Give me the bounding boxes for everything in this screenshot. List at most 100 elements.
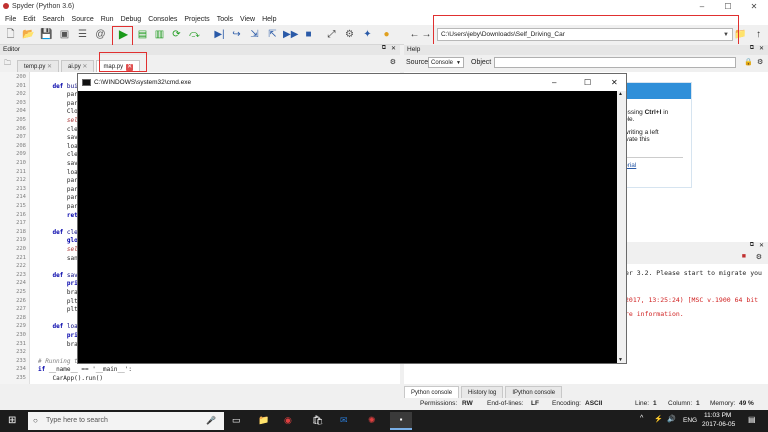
- file-explorer-icon[interactable]: 📁: [258, 415, 269, 426]
- line-number: 235: [16, 375, 26, 381]
- debug-icon[interactable]: ▶|: [213, 28, 226, 41]
- clock-date[interactable]: 2017-06-05: [702, 421, 735, 428]
- tab-close-icon[interactable]: ✕: [82, 64, 87, 70]
- line-number: 227: [16, 306, 26, 313]
- run-cell-icon[interactable]: ▤: [136, 28, 149, 41]
- notification-icon[interactable]: ▤: [748, 415, 756, 424]
- tabs-menu-icon[interactable]: ⚙: [390, 58, 396, 66]
- run-selection-icon[interactable]: ⟳: [170, 28, 183, 41]
- line-number: 206: [16, 125, 26, 132]
- language-indicator[interactable]: ENG: [683, 417, 697, 424]
- forward-icon[interactable]: →: [420, 28, 433, 41]
- menu-help[interactable]: Help: [262, 16, 276, 23]
- maximize-pane-icon[interactable]: ⤢: [325, 28, 338, 41]
- at-icon[interactable]: @: [94, 28, 107, 41]
- menu-projects[interactable]: Projects: [184, 16, 209, 23]
- python-path-icon[interactable]: ✦: [361, 28, 374, 41]
- menu-run[interactable]: Run: [101, 16, 114, 23]
- save-all-icon[interactable]: ▣: [58, 28, 71, 41]
- lock-icon[interactable]: 🔒: [744, 58, 753, 66]
- console-options-icon[interactable]: ⚙: [756, 253, 762, 261]
- close-icon[interactable]: ✕: [742, 0, 766, 13]
- step-into-icon[interactable]: ⇲: [248, 28, 261, 41]
- tab-close-icon[interactable]: ✕: [47, 64, 52, 70]
- line-number: 202: [16, 91, 26, 98]
- stop-debug-icon[interactable]: ■: [302, 28, 315, 41]
- tab-python-console[interactable]: Python console: [404, 386, 460, 398]
- minimize-icon[interactable]: –: [690, 0, 714, 13]
- tab-history-log[interactable]: History log: [461, 386, 504, 398]
- step-icon[interactable]: ↪: [230, 28, 243, 41]
- undock-icon[interactable]: ⧉: [750, 242, 754, 249]
- tab-temp-label: temp.py: [24, 64, 46, 70]
- close-pane-icon[interactable]: ✕: [759, 242, 764, 249]
- microphone-icon[interactable]: 🎤: [206, 412, 216, 430]
- chrome-icon[interactable]: ◉: [284, 415, 292, 426]
- task-view-icon[interactable]: ▭: [232, 415, 241, 426]
- network-icon[interactable]: ⚡: [654, 415, 663, 423]
- file-list-icon[interactable]: ☰: [76, 28, 89, 41]
- options-gear-icon[interactable]: ⚙: [757, 58, 763, 66]
- line-number: 222: [16, 263, 26, 270]
- close-pane-icon[interactable]: ✕: [391, 45, 396, 52]
- preferences-icon[interactable]: ⚙: [343, 28, 356, 41]
- new-file-icon[interactable]: 🗋: [4, 28, 17, 41]
- scroll-down-icon[interactable]: ▼: [618, 357, 623, 363]
- outlook-icon[interactable]: ✉: [340, 415, 348, 426]
- tab-temp[interactable]: temp.py ✕: [17, 60, 60, 72]
- tab-ipython-console[interactable]: IPython console: [505, 386, 563, 398]
- browse-tabs-icon[interactable]: 🗀: [4, 59, 11, 70]
- source-select[interactable]: Console ▼: [428, 57, 464, 68]
- cmd-scrollbar[interactable]: ▲ ▼: [617, 91, 626, 363]
- cmd-taskbar-icon[interactable]: ▪: [390, 412, 412, 430]
- menu-tools[interactable]: Tools: [217, 16, 233, 23]
- line-number: 223: [16, 271, 26, 278]
- taskbar-search[interactable]: ○ Type here to search 🎤: [28, 412, 224, 430]
- menu-file[interactable]: File: [5, 16, 16, 23]
- windows-start-icon[interactable]: ⊞: [8, 415, 16, 426]
- help-tutorial-link[interactable]: orial: [624, 162, 691, 169]
- menu-search[interactable]: Search: [42, 16, 64, 23]
- help-text-3: writing a left: [624, 129, 659, 136]
- undock-icon[interactable]: ⧉: [750, 45, 754, 52]
- rerun-icon[interactable]: ⤼: [188, 28, 201, 41]
- object-input[interactable]: [494, 57, 736, 68]
- spyder-taskbar-icon[interactable]: ✺: [368, 415, 376, 426]
- store-icon[interactable]: 🛍: [312, 415, 323, 426]
- parent-dir-icon[interactable]: ↑: [752, 28, 765, 41]
- cmd-maximize-icon[interactable]: ☐: [584, 74, 591, 91]
- menu-view[interactable]: View: [240, 16, 255, 23]
- chevron-down-icon: ▼: [456, 60, 461, 66]
- menu-debug[interactable]: Debug: [121, 16, 142, 23]
- menu-source[interactable]: Source: [72, 16, 94, 23]
- tray-chevron-icon[interactable]: ^: [640, 415, 643, 422]
- cmd-minimize-icon[interactable]: –: [552, 74, 556, 91]
- menu-edit[interactable]: Edit: [23, 16, 35, 23]
- clock-time[interactable]: 11:03 PM: [704, 412, 731, 419]
- open-file-icon[interactable]: 📂: [22, 28, 35, 41]
- cmd-close-icon[interactable]: ✕: [611, 74, 618, 91]
- permissions-label: Permissions:: [420, 400, 458, 407]
- scroll-up-icon[interactable]: ▲: [618, 91, 623, 97]
- step-return-icon[interactable]: ⇱: [266, 28, 279, 41]
- menu-consoles[interactable]: Consoles: [148, 16, 177, 23]
- cmd-window[interactable]: C:\WINDOWS\system32\cmd.exe – ☐ ✕ ▲ ▼: [77, 73, 627, 364]
- volume-icon[interactable]: 🔊: [667, 415, 676, 423]
- maximize-icon[interactable]: ☐: [716, 0, 740, 13]
- close-pane-icon[interactable]: ✕: [759, 45, 764, 52]
- tab-ai[interactable]: ai.py ✕: [61, 60, 95, 72]
- editor-title: Editor: [0, 45, 400, 55]
- python-icon[interactable]: ●: [380, 28, 393, 41]
- run-cell-advance-icon[interactable]: ▥: [153, 28, 166, 41]
- console-close-icon[interactable]: ■: [742, 253, 746, 260]
- undock-icon[interactable]: ⧉: [382, 45, 386, 52]
- continue-icon[interactable]: ▶▶: [283, 28, 298, 41]
- save-icon[interactable]: 💾: [40, 28, 53, 41]
